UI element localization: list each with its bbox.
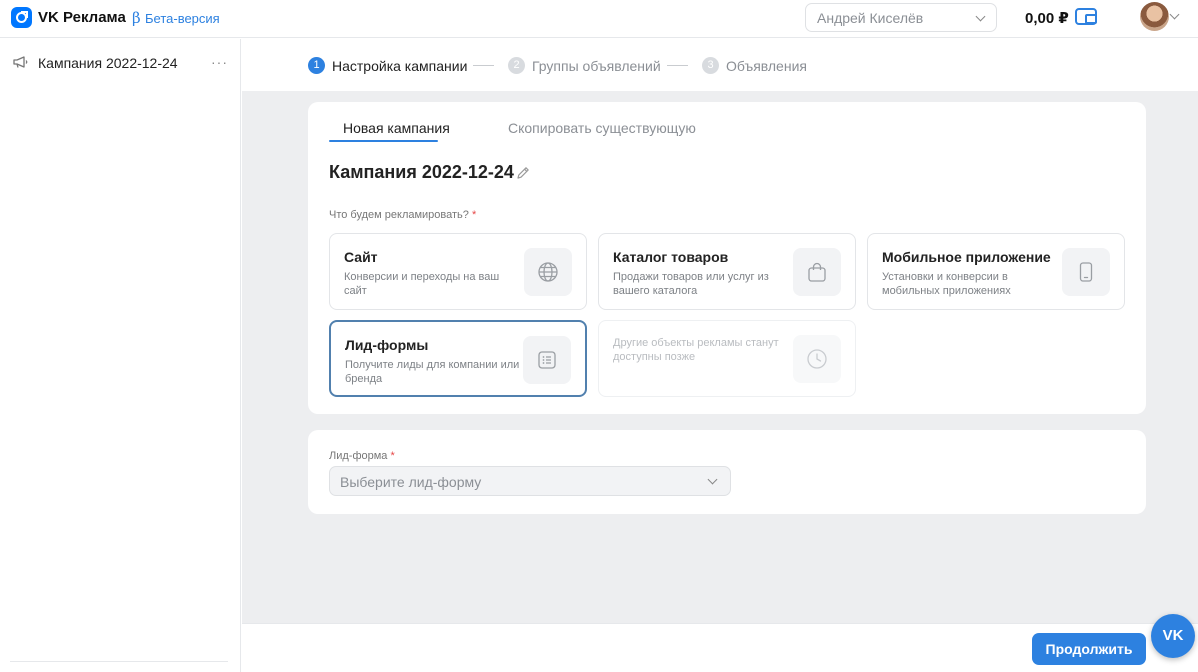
clock-icon (807, 349, 827, 369)
step-connector (667, 65, 688, 66)
option-description: Продажи товаров или услуг из вашего ката… (613, 271, 769, 297)
lead-form-label: Лид-форма * (329, 450, 395, 462)
campaign-card: Новая кампания Скопировать существующую … (308, 102, 1146, 414)
sidebar: Кампания 2022-12-24 ··· (0, 39, 241, 672)
smartphone-icon (1079, 262, 1093, 282)
option-icon-box (793, 248, 841, 296)
required-mark: * (471, 209, 477, 221)
lead-form-card: Лид-форма * Выберите лид-форму (308, 430, 1146, 514)
campaign-title: Кампания 2022-12-24 (329, 162, 514, 182)
option-lead-forms[interactable]: Лид-формы Получите лиды для компании или… (329, 320, 587, 397)
wallet-icon[interactable] (1075, 8, 1097, 25)
option-site[interactable]: Сайт Конверсии и переходы на ваш сайт (329, 233, 587, 310)
continue-button[interactable]: Продолжить (1032, 633, 1146, 665)
option-description: Установки и конверсии в мобильных прилож… (882, 271, 1011, 297)
divider (10, 661, 228, 662)
objective-question: Что будем рекламировать? * (329, 209, 477, 221)
beta-symbol: β (132, 9, 141, 27)
megaphone-icon (13, 56, 28, 68)
tab-new-campaign[interactable]: Новая кампания (343, 120, 450, 136)
step-label: Объявления (726, 58, 807, 74)
step-number: 1 (308, 57, 325, 74)
option-title: Каталог товаров (613, 249, 729, 265)
account-select[interactable]: Андрей Киселёв (805, 3, 997, 32)
option-description: Конверсии и переходы на ваш сайт (344, 271, 500, 297)
step-number: 3 (702, 57, 719, 74)
option-description: Другие объекты рекламы станут доступны п… (613, 337, 779, 363)
chevron-down-icon (975, 11, 986, 22)
option-title: Лид-формы (345, 337, 429, 353)
sidebar-item-campaign[interactable]: Кампания 2022-12-24 ··· (0, 47, 240, 79)
option-icon-box (524, 248, 572, 296)
vk-ads-logo-icon[interactable] (11, 7, 32, 28)
shopping-bag-icon (808, 262, 826, 282)
option-catalog[interactable]: Каталог товаров Продажи товаров или услу… (598, 233, 856, 310)
pencil-icon[interactable] (516, 166, 530, 180)
main-content: 1 Настройка кампании 2 Группы объявлений… (242, 39, 1198, 672)
account-name: Андрей Киселёв (817, 10, 924, 26)
beta-label: Бета-версия (145, 11, 220, 26)
option-title: Сайт (344, 249, 378, 265)
tab-copy-existing[interactable]: Скопировать существующую (508, 120, 696, 136)
chevron-down-icon[interactable] (1169, 9, 1180, 20)
lead-form-placeholder: Выберите лид-форму (340, 474, 482, 490)
option-title: Мобильное приложение (882, 249, 1051, 265)
avatar[interactable] (1140, 2, 1169, 31)
globe-icon (538, 262, 558, 282)
option-icon-box (793, 335, 841, 383)
option-icon-box (1062, 248, 1110, 296)
more-icon[interactable]: ··· (211, 54, 228, 70)
option-mobile-app[interactable]: Мобильное приложение Установки и конверс… (867, 233, 1125, 310)
step-label: Группы объявлений (532, 58, 661, 74)
brand-name[interactable]: VK Реклама (38, 9, 126, 26)
top-bar: VK Реклама β Бета-версия Андрей Киселёв … (0, 0, 1198, 38)
sidebar-item-label: Кампания 2022-12-24 (38, 55, 178, 71)
stepper: 1 Настройка кампании 2 Группы объявлений… (242, 39, 1198, 91)
vk-chat-button[interactable]: VK (1151, 614, 1195, 658)
form-list-icon (538, 351, 556, 369)
bottom-bar: Продолжить (242, 623, 1198, 672)
option-coming-soon: Другие объекты рекламы станут доступны п… (598, 320, 856, 397)
option-description: Получите лиды для компании или бренда (345, 359, 520, 385)
step-label: Настройка кампании (332, 58, 468, 74)
balance[interactable]: 0,00 ₽ (1025, 9, 1069, 27)
step-number: 2 (508, 57, 525, 74)
required-mark: * (390, 450, 395, 462)
lead-form-select[interactable]: Выберите лид-форму (329, 466, 731, 496)
option-icon-box (523, 336, 571, 384)
chevron-down-icon (707, 474, 718, 485)
active-tab-indicator (329, 140, 438, 142)
step-connector (473, 65, 494, 66)
